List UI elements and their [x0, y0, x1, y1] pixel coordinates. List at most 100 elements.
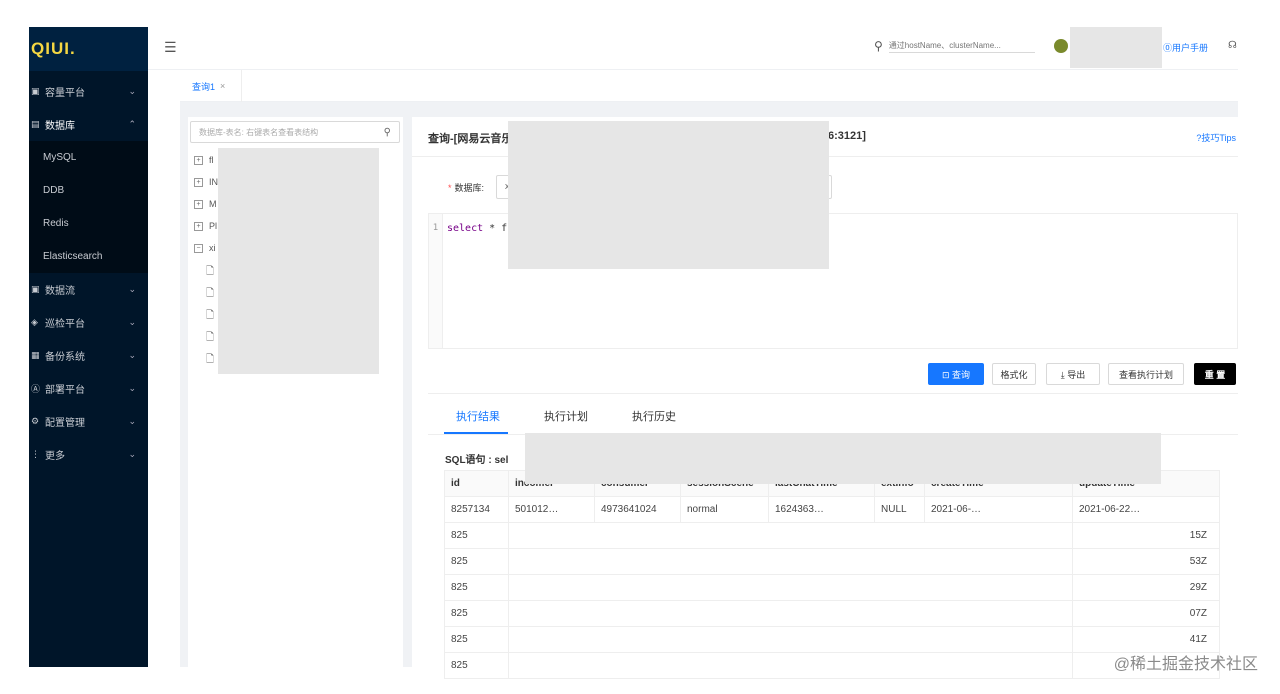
table-file-icon[interactable]: 🗋	[206, 330, 214, 347]
database-submenu: MySQL DDB Redis Elasticsearch	[29, 141, 148, 273]
sidebar-item-backup[interactable]: ▦ 备份系统 ⌄	[29, 339, 148, 372]
tree-node[interactable]: + Pl	[194, 221, 217, 231]
sidebar-item-label: 巡检平台	[45, 319, 85, 330]
reset-button[interactable]: 重 置	[1194, 363, 1236, 385]
expand-icon[interactable]: +	[194, 177, 203, 187]
sidebar-item-inspect[interactable]: ◈ 巡检平台 ⌄	[29, 306, 148, 339]
database-label-text: 数据库:	[454, 183, 485, 193]
table-cell: 2021-06-…	[924, 496, 1073, 523]
sidebar-item-elasticsearch[interactable]: Elasticsearch	[29, 240, 148, 273]
table-cell: 825	[444, 626, 509, 653]
database-icon: ▤	[31, 119, 40, 129]
table-cell-blank	[508, 548, 1073, 575]
table-row[interactable]: 825 53Z	[444, 548, 1220, 575]
logo[interactable]: QIUI.	[29, 27, 148, 71]
user-manual-link[interactable]: ⓪用户手册	[1163, 41, 1208, 54]
watermark: @稀土掘金技术社区	[1113, 656, 1258, 673]
tips-link[interactable]: ?技巧Tips	[1196, 131, 1236, 144]
table-row[interactable]: 8257134 501012… 4973641024 normal 162436…	[444, 496, 1220, 523]
redacted-sql-statement	[525, 433, 1161, 484]
sidebar-item-more[interactable]: ⋮ 更多 ⌄	[29, 438, 148, 471]
flow-icon: ▣	[31, 284, 40, 294]
table-cell-blank	[508, 652, 1073, 679]
sidebar-item-deploy[interactable]: Ⓐ 部署平台 ⌄	[29, 372, 148, 405]
table-cell: 53Z	[1072, 548, 1220, 575]
tree-node-expanded[interactable]: − xi	[194, 243, 216, 253]
sql-keyword: select	[447, 223, 484, 234]
menu-fold-icon[interactable]: ☰	[164, 39, 177, 56]
tree-node[interactable]: + M	[194, 199, 217, 209]
avatar[interactable]	[1054, 39, 1068, 53]
tree-search-input[interactable]: 数据库-表名: 右键表名查看表结构 ⚲	[190, 121, 400, 143]
backup-icon: ▦	[31, 350, 40, 360]
sidebar-item-label: 更多	[45, 451, 65, 462]
tree-node-label: xi	[209, 243, 216, 253]
table-file-icon[interactable]: 🗋	[206, 286, 214, 303]
headset-icon[interactable]: ☊	[1228, 40, 1237, 51]
tree-node[interactable]: + fl	[194, 155, 214, 165]
explain-plan-button[interactable]: 查看执行计划	[1108, 363, 1184, 385]
table-row[interactable]: 825	[444, 652, 1220, 679]
host-search-input[interactable]	[888, 39, 1035, 53]
sidebar: QIUI. ▣ 容量平台 ⌄ ▤ 数据库 ⌃ MySQL DDB Redis E…	[29, 27, 148, 667]
table-cell: 825	[444, 652, 509, 679]
chevron-down-icon: ⌄	[128, 284, 136, 294]
expand-icon[interactable]: +	[194, 221, 203, 231]
table-cell: NULL	[874, 496, 925, 523]
more-icon: ⋮	[31, 449, 40, 459]
table-row[interactable]: 825 41Z	[444, 626, 1220, 653]
format-button[interactable]: 格式化	[992, 363, 1036, 385]
table-row[interactable]: 825 15Z	[444, 522, 1220, 549]
collapse-icon[interactable]: −	[194, 243, 203, 253]
database-label: * 数据库:	[448, 183, 485, 193]
table-file-icon[interactable]: 🗋	[206, 308, 214, 325]
grid-icon: ▣	[31, 86, 40, 96]
sidebar-item-dataflow[interactable]: ▣ 数据流 ⌄	[29, 273, 148, 306]
tab-execution-plan[interactable]: 执行计划	[544, 408, 588, 424]
column-header: id	[444, 470, 509, 497]
query-button[interactable]: ⊡ 查询	[928, 363, 984, 385]
tab-label: 查询1	[192, 81, 216, 92]
table-row[interactable]: 825 07Z	[444, 600, 1220, 627]
sidebar-item-ddb[interactable]: DDB	[29, 174, 148, 207]
host-search: ⚲	[874, 39, 1035, 53]
table-cell: 07Z	[1072, 600, 1220, 627]
tree-node-label: fl	[209, 155, 214, 165]
logo-text: QIUI.	[31, 39, 76, 58]
table-cell: normal	[680, 496, 769, 523]
table-file-icon[interactable]: 🗋	[206, 352, 214, 369]
sidebar-item-database[interactable]: ▤ 数据库 ⌃	[29, 108, 148, 141]
tree-node[interactable]: + IN	[194, 177, 218, 187]
table-cell-blank	[508, 626, 1073, 653]
search-icon: ⚲	[383, 126, 391, 138]
sidebar-item-config[interactable]: ⚙ 配置管理 ⌄	[29, 405, 148, 438]
table-cell: 41Z	[1072, 626, 1220, 653]
table-cell: 1624363…	[768, 496, 875, 523]
gear-icon: ⚙	[31, 416, 40, 426]
db-tree-panel: 数据库-表名: 右键表名查看表结构 ⚲ + fl + IN + M + Pl −…	[188, 117, 403, 667]
sidebar-item-redis[interactable]: Redis	[29, 207, 148, 240]
redacted-query-area	[508, 121, 829, 269]
table-cell: 4973641024	[594, 496, 681, 523]
sql-code[interactable]: select * fr	[447, 223, 513, 234]
sidebar-item-label: 数据流	[45, 286, 75, 297]
close-icon[interactable]: ×	[220, 81, 225, 91]
chevron-down-icon: ⌄	[128, 383, 136, 393]
table-cell: 29Z	[1072, 574, 1220, 601]
table-cell: 825	[444, 574, 509, 601]
tab-execution-history[interactable]: 执行历史	[632, 408, 676, 424]
sidebar-item-capacity[interactable]: ▣ 容量平台 ⌄	[29, 75, 148, 108]
tab-execution-result[interactable]: 执行结果	[456, 408, 500, 424]
table-row[interactable]: 825 29Z	[444, 574, 1220, 601]
redacted-tree-names	[218, 148, 379, 374]
table-file-icon[interactable]: 🗋	[206, 264, 214, 281]
tree-node-label: IN	[209, 177, 218, 187]
expand-icon[interactable]: +	[194, 199, 203, 209]
tab-query-1[interactable]: 查询1 ×	[180, 70, 242, 102]
export-button[interactable]: ⤓ 导出	[1046, 363, 1100, 385]
chevron-up-icon: ⌃	[128, 119, 136, 129]
expand-icon[interactable]: +	[194, 155, 203, 165]
line-number: 1	[429, 214, 443, 348]
sidebar-item-mysql[interactable]: MySQL	[29, 141, 148, 174]
table-cell: 825	[444, 548, 509, 575]
